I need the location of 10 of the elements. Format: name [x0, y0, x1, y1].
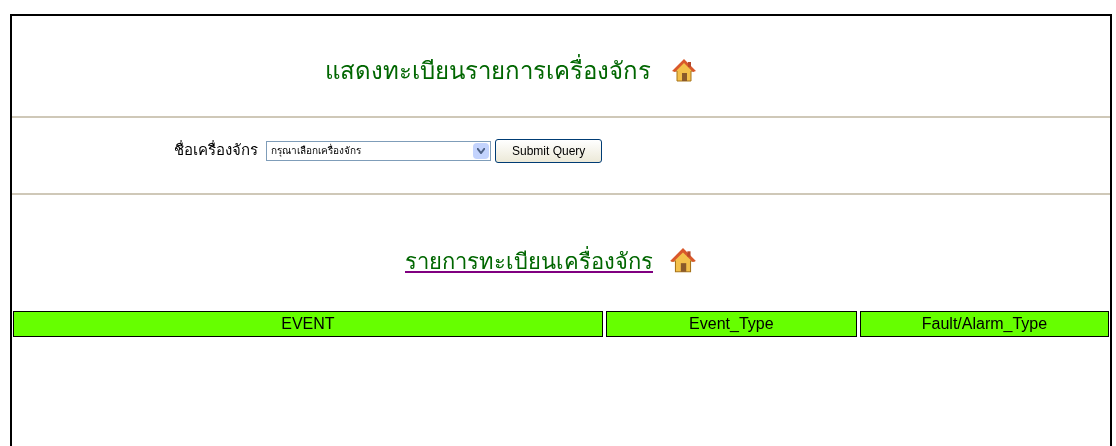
field-label: ชื่อเครื่องจักร [174, 139, 258, 161]
machine-select[interactable]: กรุณาเลือกเครื่องจักร [266, 140, 491, 161]
page-title: แสดงทะเบียนรายการเครื่องจักร [325, 53, 651, 89]
house-icon[interactable] [669, 247, 697, 275]
submit-button[interactable]: Submit Query [495, 138, 603, 163]
column-header: Event_Type [605, 311, 857, 337]
list-title-link[interactable]: รายการทะเบียนเครื่องจักร [405, 244, 665, 278]
house-icon[interactable] [671, 58, 697, 84]
column-header: Fault/Alarm_Type [859, 311, 1109, 337]
column-header: EVENT [13, 311, 603, 337]
